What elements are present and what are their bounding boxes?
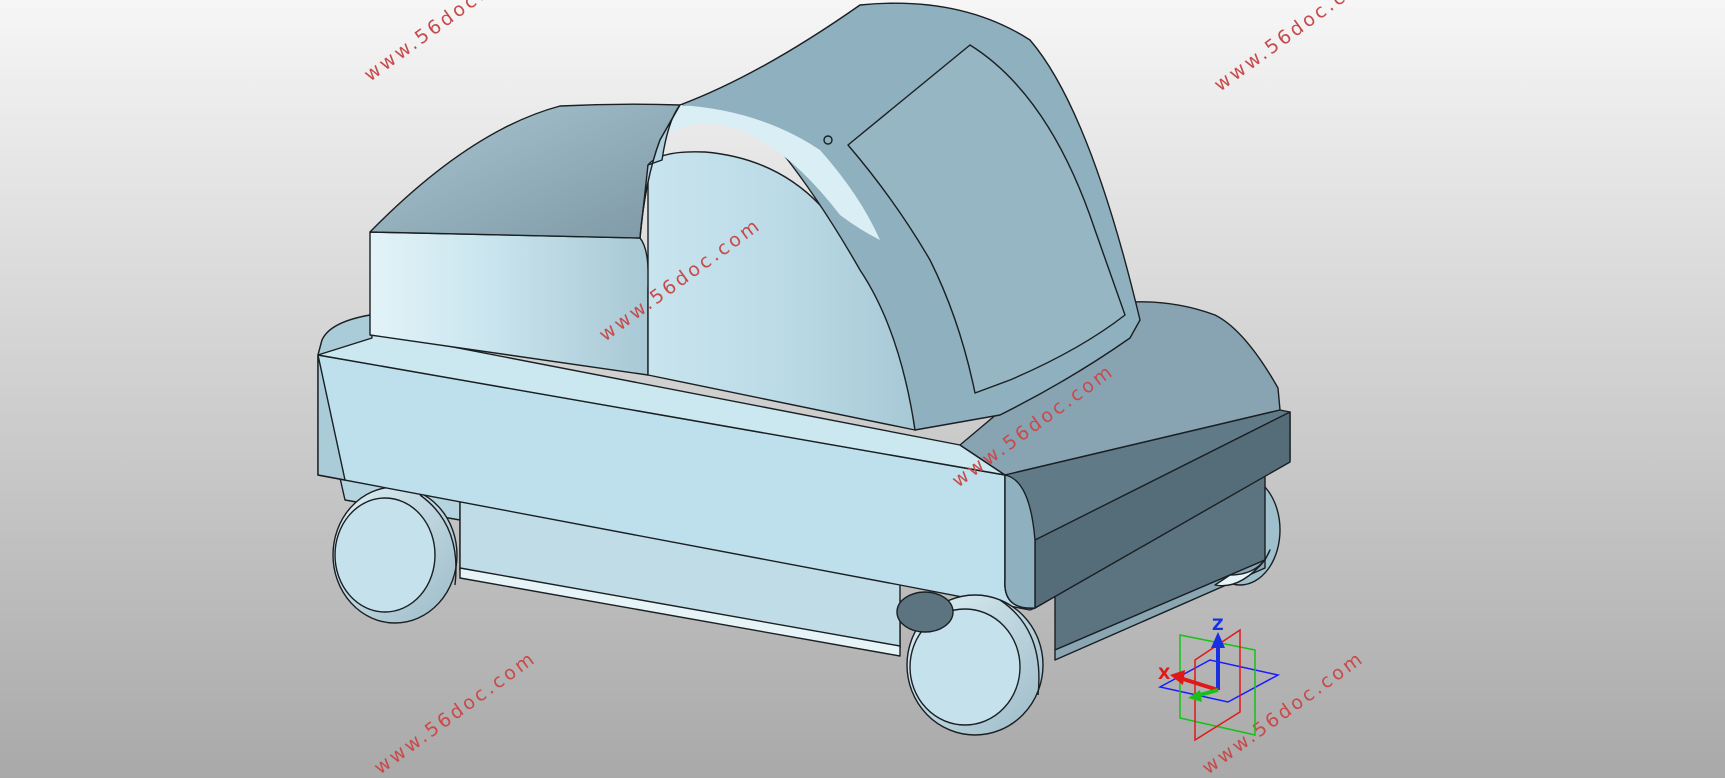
z-axis-label: Z bbox=[1212, 615, 1224, 634]
antenna-nub bbox=[823, 135, 833, 145]
model-canvas[interactable]: www.56doc.com www.56doc.c www.56doc.com … bbox=[0, 0, 1725, 778]
rear-left-wheel[interactable] bbox=[332, 486, 458, 624]
front-wheel-arch bbox=[896, 591, 954, 633]
x-axis-label: X bbox=[1158, 664, 1171, 683]
cad-3d-viewport[interactable]: www.56doc.com www.56doc.c www.56doc.com … bbox=[0, 0, 1725, 778]
